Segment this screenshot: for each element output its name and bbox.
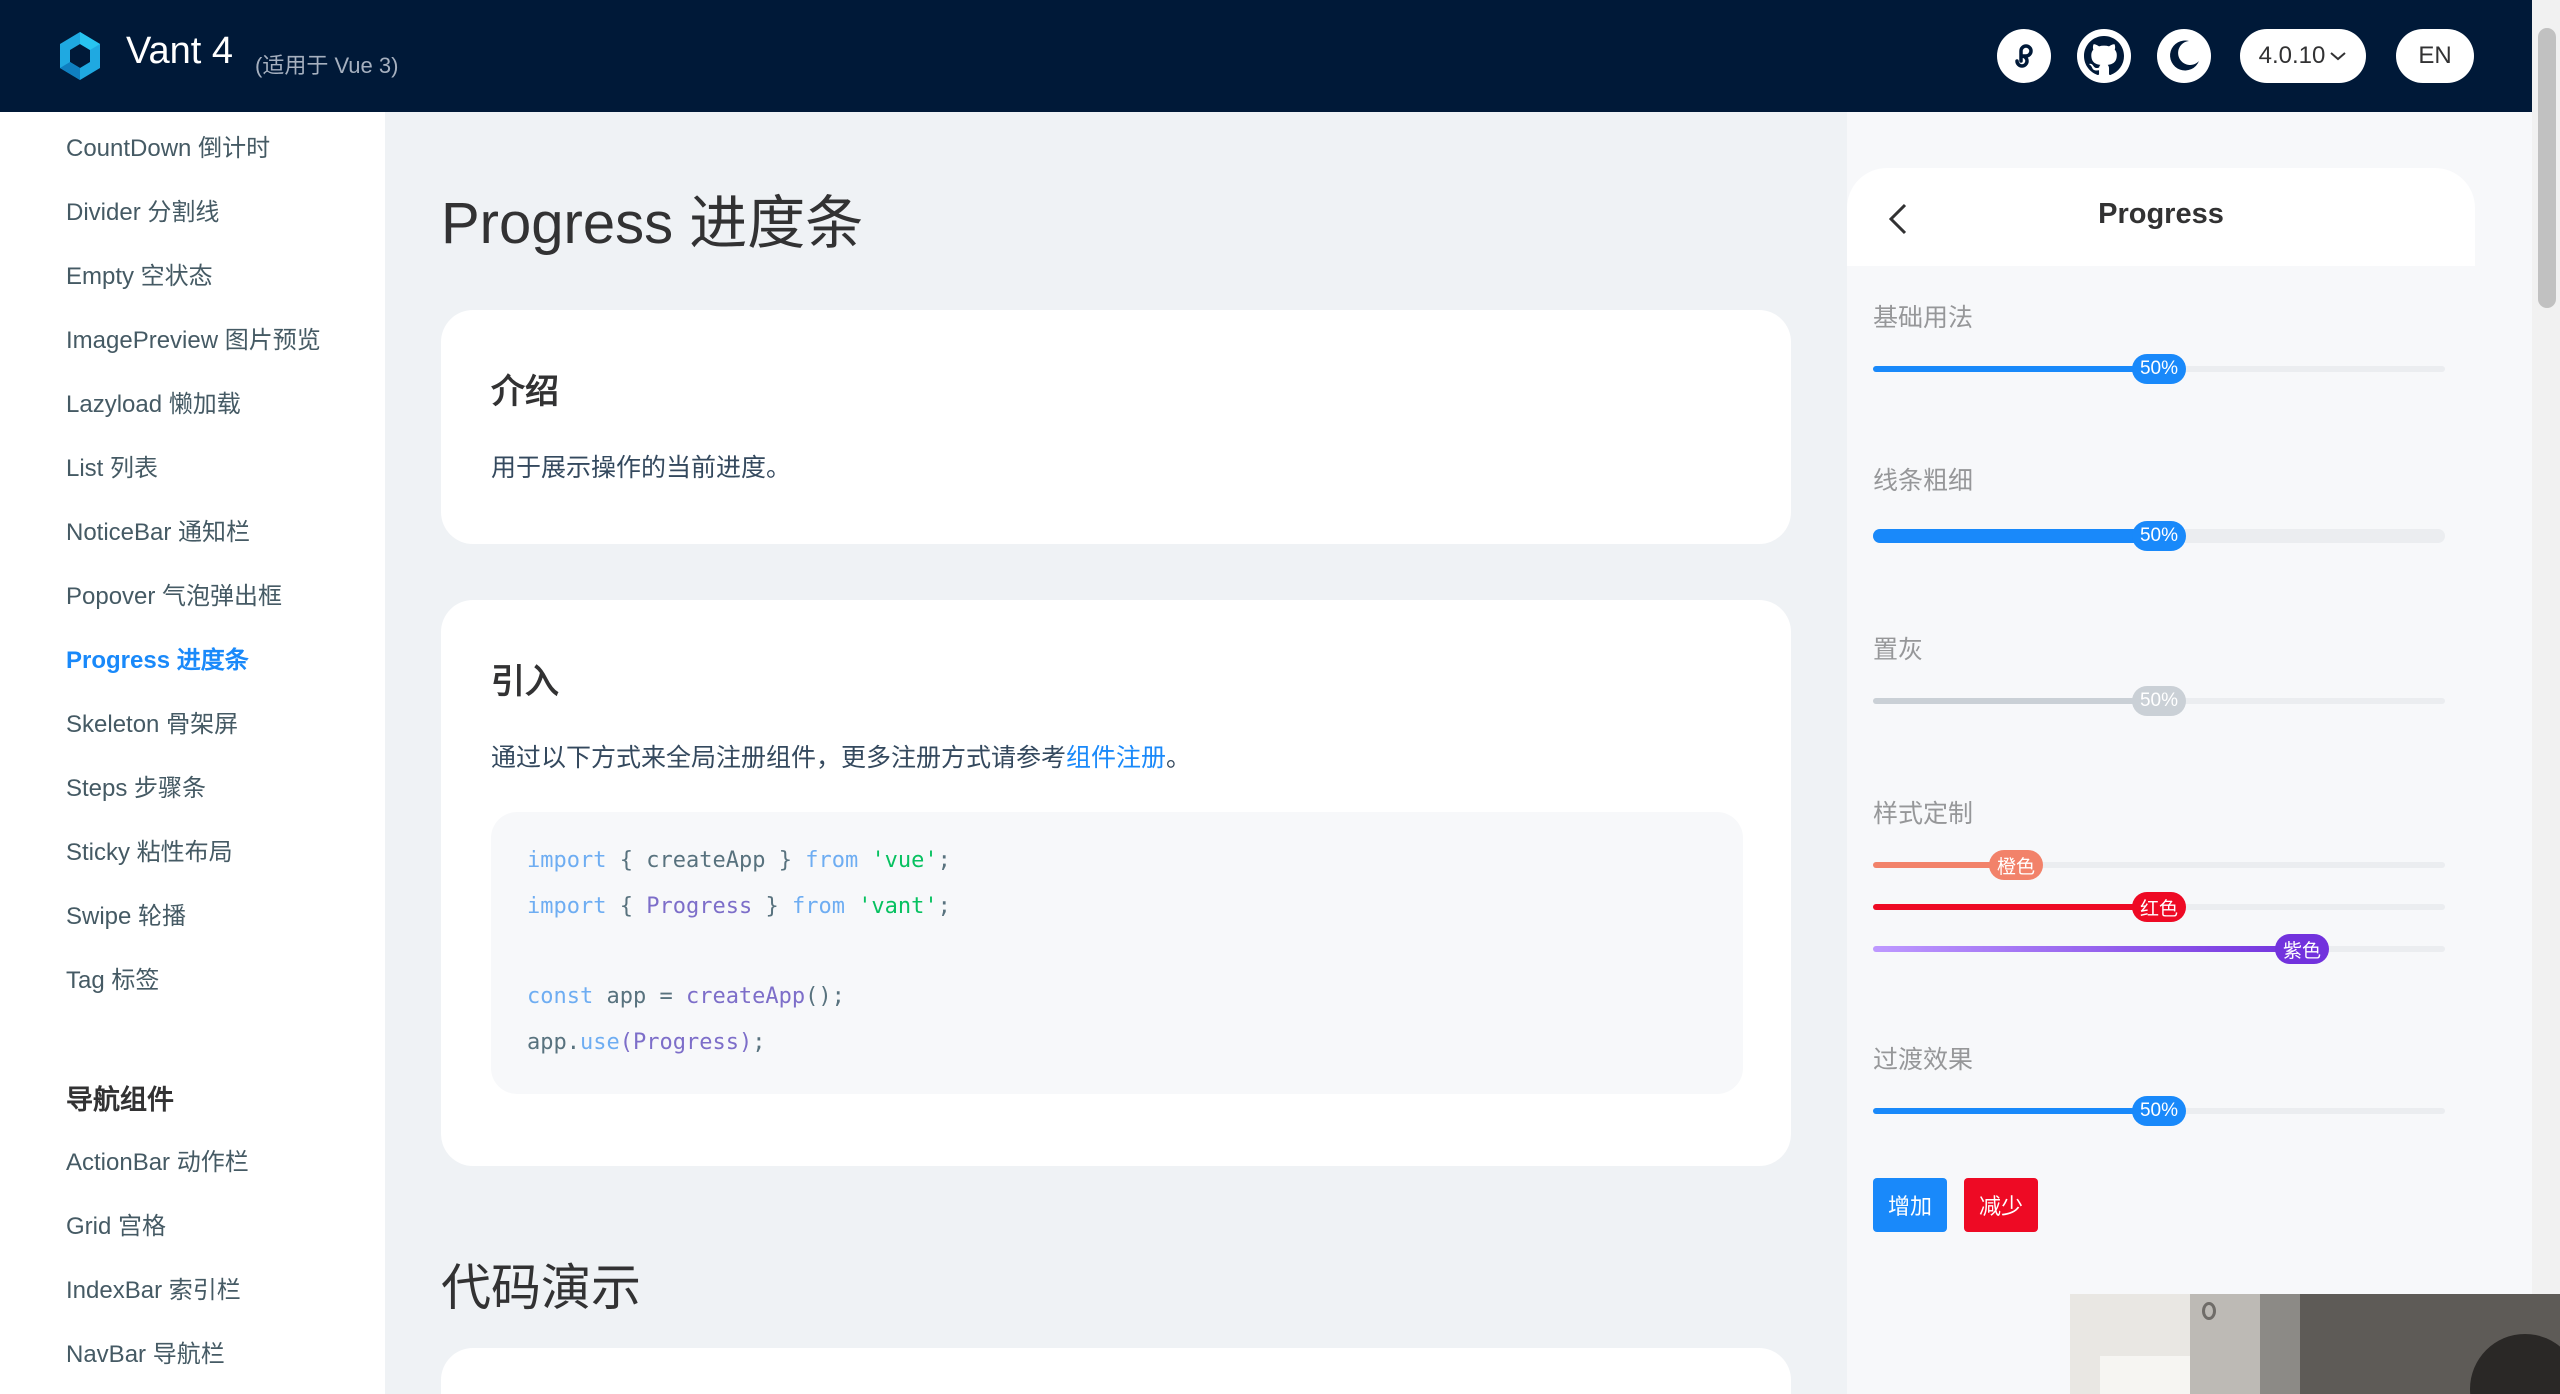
- demo-title-stroke: 线条粗细: [1873, 467, 1974, 495]
- sidebar-group-title: 导航组件: [66, 1085, 174, 1115]
- demo-card: [441, 1348, 1791, 1394]
- demo-title-transition: 过渡效果: [1873, 1046, 1974, 1074]
- language-switch[interactable]: EN: [2396, 29, 2474, 83]
- progress-pivot: 50%: [2131, 521, 2187, 551]
- progress-stroke: 50%: [1873, 521, 2445, 551]
- sim-nav-bar: Progress: [1847, 168, 2475, 266]
- sidebar-item-grid[interactable]: Grid 宫格: [66, 1206, 166, 1241]
- sidebar-item-swipe[interactable]: Swipe 轮播: [66, 896, 186, 931]
- doc-content: Progress 进度条 介绍 用于展示操作的当前进度。 引入 通过以下方式来全…: [385, 112, 1847, 1394]
- intro-heading: 介绍: [491, 373, 559, 411]
- sidebar-item-sticky[interactable]: Sticky 粘性布局: [66, 832, 233, 867]
- progress-pivot: 红色: [2131, 892, 2186, 922]
- sidebar-item-divider[interactable]: Divider 分割线: [66, 192, 219, 227]
- sidebar-item-steps[interactable]: Steps 步骤条: [66, 768, 206, 803]
- sidebar-item-list[interactable]: List 列表: [66, 448, 158, 483]
- sidebar-item-progress[interactable]: Progress 进度条: [66, 640, 249, 675]
- sidebar-nav: CountDown 倒计时 Divider 分割线 Empty 空状态 Imag…: [0, 112, 385, 1394]
- version-select[interactable]: 4.0.10: [2240, 29, 2366, 83]
- sidebar-item-popover[interactable]: Popover 气泡弹出框: [66, 576, 282, 611]
- sidebar-item-navbar[interactable]: NavBar 导航栏: [66, 1334, 225, 1369]
- page-scrollbar[interactable]: [2532, 0, 2560, 1394]
- progress-red: 红色: [1873, 892, 2445, 922]
- code-line: import { createApp } from 'vue';: [527, 848, 951, 873]
- sidebar-item-empty[interactable]: Empty 空状态: [66, 256, 213, 291]
- sidebar-item-indexbar[interactable]: IndexBar 索引栏: [66, 1270, 241, 1305]
- code-line: import { Progress } from 'vant';: [527, 894, 951, 919]
- sidebar-item-imagepreview[interactable]: ImagePreview 图片预览: [66, 320, 321, 355]
- miniprogram-icon[interactable]: [1997, 29, 2051, 83]
- progress-fill: [1873, 366, 2159, 372]
- sidebar-item-tag[interactable]: Tag 标签: [66, 960, 159, 995]
- progress-pivot: 紫色: [2274, 934, 2329, 964]
- progress-pivot: 50%: [2131, 686, 2187, 716]
- import-heading: 引入: [491, 663, 559, 701]
- sidebar-item-lazyload[interactable]: Lazyload 懒加载: [66, 384, 241, 419]
- progress-pivot: 橙色: [1988, 850, 2043, 880]
- code-block: import { createApp } from 'vue'; import …: [491, 812, 1743, 1094]
- progress-fill: [1873, 698, 2159, 704]
- brand-title[interactable]: Vant 4: [126, 30, 233, 73]
- progress-pivot: 50%: [2131, 1096, 2187, 1126]
- import-text: 通过以下方式来全局注册组件，更多注册方式请参考组件注册。: [491, 744, 1192, 772]
- intro-card: 介绍 用于展示操作的当前进度。: [441, 310, 1791, 544]
- progress-transition: 50%: [1873, 1096, 2445, 1126]
- demo-title-basic: 基础用法: [1873, 304, 1974, 332]
- top-header: Vant 4 (适用于 Vue 3) 4.0.10 EN: [0, 0, 2532, 112]
- page-title: Progress 进度条: [441, 191, 864, 256]
- import-card: 引入 通过以下方式来全局注册组件，更多注册方式请参考组件注册。 import {…: [441, 600, 1791, 1166]
- progress-fill: [1873, 904, 2159, 910]
- progress-purple: 紫色: [1873, 934, 2445, 964]
- demo-title-custom: 样式定制: [1873, 800, 1974, 828]
- camera-preview-overlay: [2070, 1294, 2560, 1394]
- progress-inactive: 50%: [1873, 686, 2445, 716]
- demo-title-inactive: 置灰: [1873, 636, 1924, 664]
- sidebar-item-actionbar[interactable]: ActionBar 动作栏: [66, 1142, 249, 1177]
- demo-section-title: 代码演示: [441, 1260, 641, 1316]
- progress-fill: [1873, 529, 2159, 543]
- progress-orange: 橙色: [1873, 850, 2445, 880]
- progress-fill: [1873, 1108, 2159, 1114]
- code-line: const app = createApp();: [527, 984, 845, 1009]
- add-button[interactable]: 增加: [1873, 1178, 1947, 1232]
- reduce-button[interactable]: 减少: [1964, 1178, 2038, 1232]
- sidebar-item-noticebar[interactable]: NoticeBar 通知栏: [66, 512, 250, 547]
- dark-mode-icon[interactable]: [2157, 29, 2211, 83]
- code-line: app.use(Progress);: [527, 1030, 766, 1055]
- progress-fill: [1873, 946, 2302, 952]
- sim-title: Progress: [2098, 198, 2224, 230]
- progress-basic: 50%: [1873, 354, 2445, 384]
- progress-pivot: 50%: [2131, 354, 2187, 384]
- scrollbar-thumb[interactable]: [2538, 28, 2556, 308]
- component-register-link[interactable]: 组件注册: [1066, 744, 1166, 772]
- brand-subtitle: (适用于 Vue 3): [255, 53, 399, 78]
- vant-logo[interactable]: [56, 30, 104, 82]
- github-icon[interactable]: [2077, 29, 2131, 83]
- intro-text: 用于展示操作的当前进度。: [491, 454, 792, 482]
- chevron-down-icon: [2330, 52, 2347, 61]
- mobile-simulator: Progress 基础用法 50% 线条粗细 50% 置灰 50% 样式定制 橙…: [1847, 168, 2475, 1286]
- sidebar-item-skeleton[interactable]: Skeleton 骨架屏: [66, 704, 238, 739]
- sidebar-item-countdown[interactable]: CountDown 倒计时: [66, 128, 270, 163]
- version-label: 4.0.10: [2258, 42, 2326, 69]
